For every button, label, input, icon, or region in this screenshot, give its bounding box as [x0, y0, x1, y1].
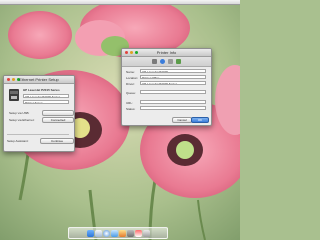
toolbar [122, 57, 211, 67]
dock [68, 227, 168, 239]
printer-icon [9, 89, 19, 101]
printer-name-label: HP LaserJet P2015 Series [23, 88, 60, 92]
printer-setup-field[interactable]: Printer Setup [23, 100, 69, 104]
trash-icon[interactable] [142, 229, 150, 237]
url-label: URL: [126, 101, 133, 105]
ethernet-setup-label: Setup via Ethernet: [9, 118, 35, 122]
itunes-icon[interactable] [110, 229, 118, 237]
printer-info-window: Printer Info Name: HP LaserJet P2015 Loc… [121, 48, 212, 126]
usb-setup-button[interactable] [42, 110, 74, 116]
name-label: Name: [126, 70, 135, 74]
window-title: Ethernet Printer Setup [19, 77, 59, 82]
window-titlebar[interactable]: Ethernet Printer Setup [4, 76, 74, 84]
photos-icon[interactable] [118, 229, 126, 237]
setup-assistant-label: Setup Assistant: [7, 139, 29, 143]
printer-model-field[interactable]: HP LaserJet P2015 Series [23, 94, 69, 98]
status-field[interactable] [140, 106, 206, 110]
queue-label: Queue: [126, 91, 136, 95]
location-label: Location: [126, 76, 139, 80]
cancel-button[interactable]: Cancel [172, 117, 192, 123]
ok-button[interactable]: OK [191, 117, 209, 123]
driver-field[interactable]: HP LaserJet P2015 Series [140, 81, 206, 85]
info-icon[interactable] [160, 59, 165, 64]
menu-bar [0, 0, 240, 5]
location-field[interactable]: Printer Office [140, 75, 206, 79]
driver-icon[interactable] [168, 59, 173, 64]
mail-icon[interactable] [94, 229, 102, 237]
general-icon[interactable] [152, 59, 157, 64]
window-titlebar[interactable]: Printer Info [122, 49, 211, 57]
finder-icon[interactable] [86, 229, 94, 237]
name-field[interactable]: HP LaserJet P2015 [140, 69, 206, 73]
url-field[interactable] [140, 100, 206, 104]
status-label: Status: [126, 107, 136, 111]
safari-icon[interactable] [102, 229, 110, 237]
queue-field[interactable] [140, 90, 206, 94]
ethernet-setup-button[interactable]: Connected [42, 117, 74, 123]
system-prefs-icon[interactable] [126, 229, 134, 237]
driver-label: Driver: [126, 82, 135, 86]
supply-icon[interactable] [176, 59, 181, 64]
calendar-icon[interactable] [134, 229, 142, 237]
ethernet-setup-window: Ethernet Printer Setup HP LaserJet P2015… [3, 75, 75, 152]
window-title: Printer Info [156, 50, 177, 55]
usb-setup-label: Setup via USB: [9, 111, 30, 115]
divider [7, 134, 69, 135]
continue-button[interactable]: Continue [40, 138, 74, 144]
